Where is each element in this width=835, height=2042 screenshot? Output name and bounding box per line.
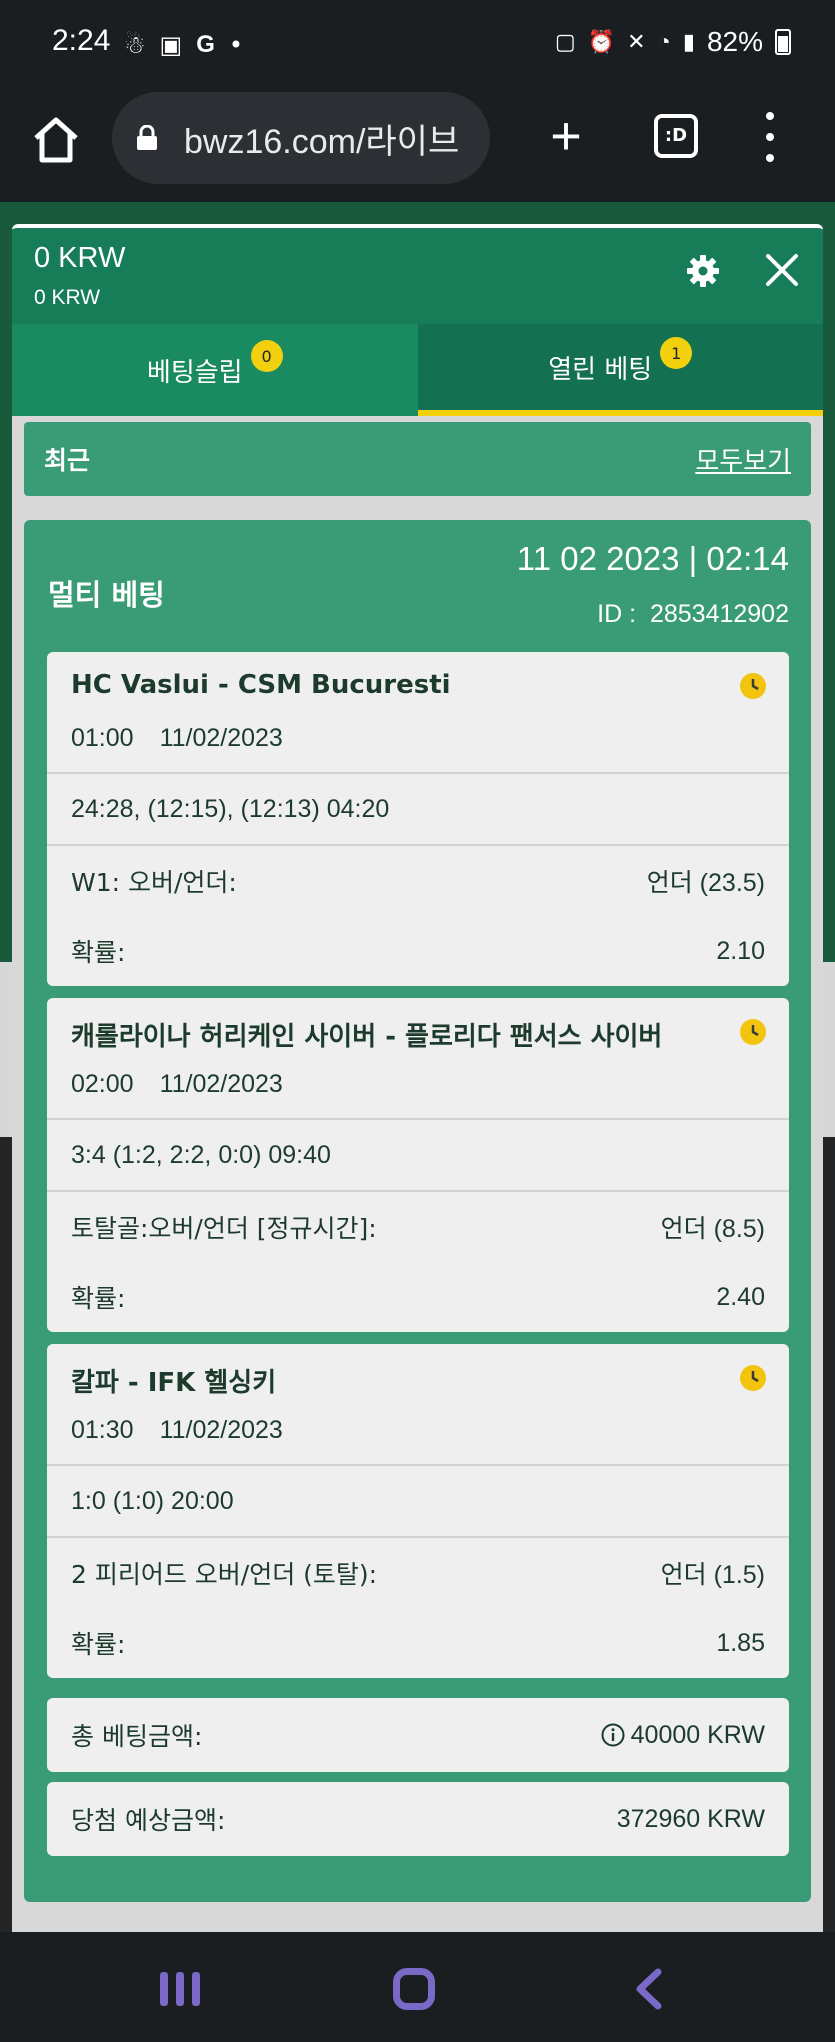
lock-icon — [137, 125, 157, 150]
panel-header: 0 KRW 0 KRW — [12, 228, 823, 324]
match-score: 3:4 (1:2, 2:2, 0:0) 09:40 — [47, 1120, 789, 1192]
battery-saver-icon: ▢ — [554, 29, 576, 54]
odds-label: 확률: — [71, 1630, 126, 1659]
odds-label: 확률: — [71, 938, 126, 967]
match-score: 24:28, (12:15), (12:13) 04:20 — [47, 774, 789, 846]
status-bar: 2:24 ☃ ▣ G • ▢ ⏰ ✕ ◔ ▮ 82% — [0, 0, 835, 92]
close-icon[interactable] — [764, 252, 800, 288]
bet-date: 11 02 2023 | 02:14 — [516, 540, 789, 577]
nav-recent-icon[interactable] — [160, 1972, 200, 2006]
tab-badge: 1 — [660, 337, 693, 369]
selection-card: 캐롤라이나 허리케인 사이버 - 플로리다 팬서스 사이버 02:00 11/02… — [47, 998, 789, 1332]
odds-value: 2.40 — [716, 1282, 765, 1311]
gallery-icon: ▣ — [159, 31, 183, 59]
match-name: HC Vaslui - CSM Bucuresti — [71, 670, 451, 700]
match-score: 1:0 (1:0) 20:00 — [47, 1466, 789, 1538]
status-right: ▢ ⏰ ✕ ◔ ▮ 82% — [555, 26, 791, 58]
signal-icon: ▮ — [682, 29, 695, 54]
market-label: 2 피리어드 오버/언더 (토탈): — [71, 1560, 378, 1589]
bet-id-label: ID : — [597, 600, 637, 628]
potential-win-row: 당첨 예상금액: 372960 KRW — [47, 1782, 789, 1856]
mute-icon: ✕ — [627, 29, 646, 54]
bet-id: ID : 2853412902 — [597, 600, 789, 629]
recent-bar: 최근 모두보기 — [24, 422, 811, 496]
odds-value: 2.10 — [716, 936, 765, 965]
notification-icons: ☃ ▣ G • — [124, 30, 243, 60]
market-pick: 언더 (1.5) — [660, 1561, 765, 1589]
selection-card: 칼파 - IFK 헬싱키 01:30 11/02/2023 1:0 (1:0) 2… — [47, 1344, 789, 1678]
url-bar[interactable]: bwz16.com/라이브 — [112, 92, 490, 184]
potential-win-value: 372960 KRW — [616, 1804, 765, 1833]
balance-secondary: 0 KRW — [34, 286, 101, 309]
market-pick: 언더 (8.5) — [660, 1215, 765, 1243]
tab-open-bets[interactable]: 열린 베팅 1 — [417, 324, 823, 416]
url-text: bwz16.com/라이브 — [184, 122, 460, 161]
view-all-link[interactable]: 모두보기 — [695, 441, 791, 478]
market-label: 토탈골:오버/언더 [정규시간]: — [71, 1214, 377, 1243]
betslip-panel: 0 KRW 0 KRW 베팅슬립 0 열린 베팅 1 최근 모두보기 멀티 베팅… — [12, 224, 823, 1932]
browser-toolbar: bwz16.com/라이브 + :D — [0, 92, 835, 202]
new-tab-button[interactable]: + — [540, 109, 592, 164]
selection-card: HC Vaslui - CSM Bucuresti 01:00 11/02/202… — [47, 652, 789, 986]
tab-betslip[interactable]: 베팅슬립 0 — [12, 324, 418, 416]
market-pick: 언더 (23.5) — [646, 869, 765, 897]
odds-label: 확률: — [71, 1284, 126, 1313]
bet-type: 멀티 베팅 — [48, 578, 165, 612]
match-datetime: 01:30 11/02/2023 — [71, 1416, 283, 1445]
panel-tabs: 베팅슬립 0 열린 베팅 1 — [12, 324, 823, 416]
clock-icon — [740, 673, 766, 699]
nav-back-icon[interactable] — [630, 1968, 670, 2010]
home-icon[interactable] — [30, 114, 82, 166]
tab-badge: 0 — [250, 340, 283, 372]
wifi-icon: ◔ — [657, 29, 671, 54]
menu-icon[interactable] — [760, 112, 780, 162]
clock-icon — [740, 1019, 766, 1045]
bet-id-value: 2853412902 — [649, 600, 789, 628]
app-notification-icon: ☃ — [124, 31, 146, 59]
clock-icon — [740, 1365, 766, 1391]
tab-label: 열린 베팅 — [548, 354, 653, 385]
recent-label: 최근 — [44, 446, 91, 475]
status-time: 2:24 — [52, 24, 111, 57]
dot-icon: • — [228, 31, 244, 59]
tab-label: 베팅슬립 — [146, 357, 243, 388]
balance: 0 KRW — [34, 242, 126, 274]
match-date: 11/02/2023 — [159, 1416, 283, 1444]
battery-percent: 82% — [706, 26, 763, 57]
match-name: 캐롤라이나 허리케인 사이버 - 플로리다 팬서스 사이버 — [71, 1022, 663, 1052]
match-time: 01:30 — [71, 1416, 134, 1444]
bet-card: 멀티 베팅 11 02 2023 | 02:14 ID : 2853412902… — [24, 520, 811, 1902]
total-stake-label: 총 베팅금액: — [71, 1722, 203, 1751]
nav-home-icon[interactable] — [393, 1968, 435, 2010]
match-datetime: 02:00 11/02/2023 — [71, 1070, 283, 1099]
match-name: 칼파 - IFK 헬싱키 — [71, 1368, 277, 1398]
market-label: W1: 오버/언더: — [71, 868, 237, 897]
alarm-icon: ⏰ — [587, 29, 616, 54]
match-datetime: 01:00 11/02/2023 — [71, 724, 283, 753]
gear-icon[interactable] — [686, 254, 720, 288]
battery-icon — [775, 29, 791, 55]
odds-value: 1.85 — [716, 1628, 765, 1657]
total-stake-row: 총 베팅금액: 40000 KRW — [47, 1698, 789, 1772]
total-stake-value: 40000 KRW — [630, 1720, 765, 1749]
info-icon[interactable] — [601, 1723, 625, 1747]
google-icon: G — [196, 31, 215, 58]
match-date: 11/02/2023 — [159, 1070, 283, 1098]
potential-win-label: 당첨 예상금액: — [71, 1806, 226, 1835]
tabs-button[interactable]: :D — [654, 114, 698, 158]
match-date: 11/02/2023 — [159, 724, 283, 752]
match-time: 02:00 — [71, 1070, 134, 1098]
system-nav-bar — [0, 1932, 835, 2042]
match-time: 01:00 — [71, 724, 134, 752]
